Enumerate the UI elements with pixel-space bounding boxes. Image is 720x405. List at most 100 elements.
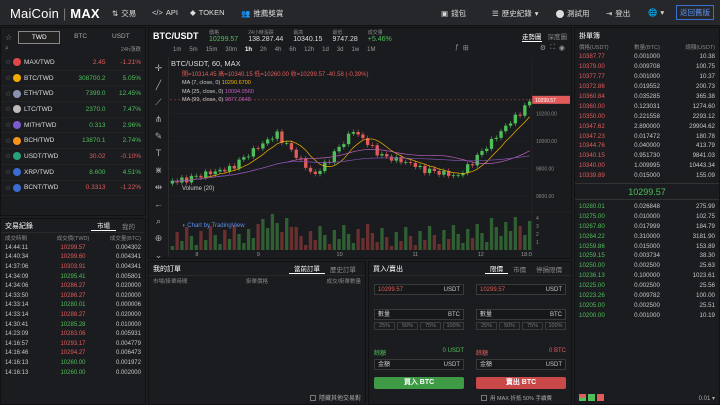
timeframe-5m[interactable]: 5m <box>185 47 201 53</box>
sell-button[interactable]: 賣出 BTC <box>476 377 566 389</box>
bid-row[interactable]: 10225.00 0.002500 25.56 <box>575 281 719 291</box>
trendline-icon[interactable]: ╱ <box>153 79 165 91</box>
nav-api[interactable]: </> API <box>152 8 178 17</box>
sell-100-button[interactable]: 100% <box>545 322 566 330</box>
checkbox[interactable] <box>309 394 316 401</box>
timeframe-2h[interactable]: 2h <box>256 47 271 53</box>
tab-limit[interactable]: 限價 <box>485 263 508 274</box>
bid-row[interactable]: 10259.86 0.015000 153.89 <box>575 241 719 251</box>
star-icon[interactable]: ☆ <box>5 33 12 42</box>
depth-selector[interactable]: 0.01 ▾ <box>699 395 715 402</box>
pair-title[interactable]: BTC/USDT <box>153 31 199 41</box>
tab-current-orders[interactable]: 當前訂單 <box>289 263 325 274</box>
ask-row[interactable]: 10340.00 1.009995 10443.34 <box>575 161 719 171</box>
timeframe-3d[interactable]: 3d <box>333 47 348 53</box>
ask-row[interactable]: 10339.89 0.015000 155.09 <box>575 171 719 181</box>
ask-row[interactable]: 10350.00 0.221558 2293.12 <box>575 111 719 121</box>
tab-usdt[interactable]: USDT <box>101 31 141 44</box>
tab-market-trades[interactable]: 市場 <box>91 220 116 231</box>
fee-discount-toggle[interactable]: 用 MAX 折抵 50% 手續費 <box>481 394 552 402</box>
timeframe-1h[interactable]: 1h <box>241 47 256 53</box>
star-icon[interactable]: ☆ <box>5 184 13 192</box>
bid-row[interactable]: 10280.01 0.026848 275.99 <box>575 202 719 212</box>
timeframe-1w[interactable]: 1w <box>348 47 364 53</box>
ask-row[interactable]: 10344.76 0.040000 413.79 <box>575 141 719 151</box>
sort-label[interactable]: 24h漲跌 <box>121 45 141 53</box>
sell-25-button[interactable]: 25% <box>476 322 497 330</box>
star-icon[interactable]: ☆ <box>5 90 13 98</box>
nav-token[interactable]: ◆ TOKEN <box>190 8 224 17</box>
tab-my-trades[interactable]: 我的 <box>116 221 141 231</box>
ask-row[interactable]: 10360.00 0.123031 1274.60 <box>575 101 719 111</box>
coin-row[interactable]: ☆ XRP/TWD 8.600 4.51% <box>1 165 145 181</box>
buy-price-input[interactable]: 10299.57 USDT <box>374 284 464 295</box>
timeframe-30m[interactable]: 30m <box>221 47 241 53</box>
tab-price-chart[interactable]: 走勢圖 <box>522 31 542 42</box>
candle-type-icon[interactable]: ⊞ <box>463 44 469 52</box>
collapse-icon[interactable]: ⌄ <box>153 249 165 261</box>
text-icon[interactable]: T <box>153 147 165 159</box>
arrow-left-icon[interactable]: ← <box>153 198 165 210</box>
buy-100-button[interactable]: 100% <box>443 322 464 330</box>
star-icon[interactable]: ☆ <box>5 74 13 82</box>
timeframe-4h[interactable]: 4h <box>271 47 286 53</box>
coin-row[interactable]: ☆ ETH/TWD 7399.0 12.45% <box>1 86 145 103</box>
sell-qty-input[interactable]: 數量 BTC <box>476 309 566 320</box>
timeframe-1d[interactable]: 1d <box>318 47 333 53</box>
checkbox[interactable] <box>481 395 487 401</box>
ask-row[interactable]: 10372.86 0.019552 200.73 <box>575 82 719 92</box>
timeframe-15m[interactable]: 15m <box>202 47 222 53</box>
tab-twd[interactable]: TWD <box>18 30 61 44</box>
star-icon[interactable]: ☆ <box>5 152 13 160</box>
star-icon[interactable]: ☆ <box>5 58 13 66</box>
ask-row[interactable]: 10360.84 0.035285 365.38 <box>575 92 719 102</box>
coin-row[interactable]: ☆ BCNT/TWD 0.3313 -1.22% <box>1 181 145 197</box>
sell-75-button[interactable]: 75% <box>522 322 543 330</box>
settings-icon[interactable]: ⚙ <box>540 44 546 52</box>
bid-row[interactable]: 10264.22 0.310000 3181.90 <box>575 231 719 241</box>
timeframe-1m[interactable]: 1m <box>169 47 185 53</box>
bid-row[interactable]: 10250.00 0.002500 25.63 <box>575 261 719 271</box>
ray-icon[interactable]: ⟋ <box>153 96 165 108</box>
buy-25-button[interactable]: 25% <box>374 322 395 330</box>
view-asks-icon[interactable] <box>597 394 604 401</box>
tab-order-history[interactable]: 歷史訂單 <box>325 264 361 274</box>
view-bids-icon[interactable] <box>588 394 595 401</box>
tab-btc[interactable]: BTC <box>60 31 100 44</box>
zoom-icon[interactable]: ⊕ <box>153 232 165 244</box>
tab-depth-chart[interactable]: 深度圖 <box>548 31 568 42</box>
bid-row[interactable]: 10275.00 0.010000 102.75 <box>575 211 719 221</box>
crosshair-icon[interactable]: ✛ <box>153 62 165 74</box>
bid-row[interactable]: 10200.00 0.001000 10.19 <box>575 310 719 320</box>
tab-market[interactable]: 市價 <box>508 264 531 274</box>
buy-50-button[interactable]: 50% <box>397 322 418 330</box>
bid-row[interactable]: 10205.00 0.002500 25.51 <box>575 300 719 310</box>
timeframe-1M[interactable]: 1M <box>363 47 379 53</box>
coin-row[interactable]: ☆ BCH/TWD 13870.1 2.74% <box>1 133 145 150</box>
star-icon[interactable]: ☆ <box>5 137 13 145</box>
fullscreen-icon[interactable]: ⛶ <box>550 44 555 52</box>
ask-row[interactable]: 10377.77 0.001000 10.37 <box>575 72 719 82</box>
coin-row[interactable]: ☆ MAX/TWD 2.45 -1.21% <box>1 55 145 71</box>
ask-row[interactable]: 10347.62 2.890000 29904.62 <box>575 121 719 131</box>
tradingview-credit[interactable]: ◗ Chart by TradingView <box>182 223 245 229</box>
bid-row[interactable]: 10223.26 0.009782 100.00 <box>575 291 719 301</box>
buy-button[interactable]: 買入 BTC <box>374 377 464 389</box>
nav-history[interactable]: ☰ 歷史紀錄 ▾ <box>492 8 539 19</box>
sell-total-input[interactable]: 金額 USDT <box>476 359 566 370</box>
pattern-icon[interactable]: ⋇ <box>153 164 165 176</box>
nav-logout[interactable]: ⇥ 登出 <box>606 8 630 19</box>
bid-row[interactable]: 10259.15 0.003734 38.30 <box>575 251 719 261</box>
search-icon[interactable]: ⌕ <box>5 45 9 53</box>
star-icon[interactable]: ☆ <box>5 121 13 129</box>
ask-row[interactable]: 10340.15 0.951730 9841.03 <box>575 151 719 161</box>
pitchfork-icon[interactable]: ⋔ <box>153 113 165 125</box>
ask-row[interactable]: 10347.23 0.017472 180.78 <box>575 131 719 141</box>
coin-row[interactable]: ☆ LTC/TWD 2370.0 7.47% <box>1 102 145 118</box>
tab-stop-limit[interactable]: 停損限價 <box>531 264 567 274</box>
timeframe-12h[interactable]: 12h <box>300 47 318 53</box>
nav-wallet[interactable]: ▣ 錢包 <box>441 8 466 19</box>
language-selector[interactable]: 🌐 ▾ <box>648 8 664 17</box>
logo[interactable]: MaiCoin | MAX <box>10 6 100 21</box>
sell-price-input[interactable]: 10299.57 USDT <box>476 284 566 295</box>
